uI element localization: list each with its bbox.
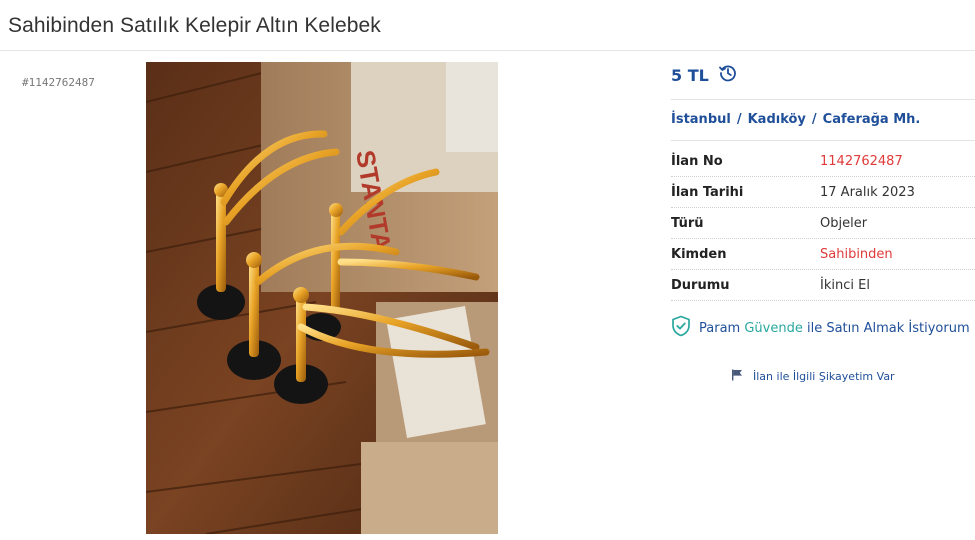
listing-details-table: İlan No 1142762487 İlan Tarihi 17 Aralık… bbox=[671, 146, 975, 301]
detail-row-durumu: Durumu İkinci El bbox=[671, 270, 975, 301]
detail-value: 17 Aralık 2023 bbox=[820, 184, 915, 200]
complaint-link[interactable]: İlan ile İlgili Şikayetim Var bbox=[731, 369, 895, 384]
detail-label: Türü bbox=[671, 215, 704, 231]
history-icon-svg bbox=[718, 65, 736, 82]
listing-title: Sahibinden Satılık Kelepir Altın Kelebek bbox=[8, 14, 381, 37]
detail-row-kimden: Kimden Sahibinden bbox=[671, 239, 975, 270]
flag-icon bbox=[731, 369, 744, 384]
trophy-photo-image: STANTA bbox=[146, 62, 498, 534]
detail-value: Objeler bbox=[820, 215, 868, 231]
secure-brand-part1: Param bbox=[699, 320, 745, 336]
detail-value: Sahibinden bbox=[820, 246, 893, 262]
flag-svg bbox=[732, 369, 742, 381]
location-separator: / bbox=[811, 112, 817, 127]
price-value: 5 TL bbox=[671, 66, 709, 85]
detail-value: İkinci El bbox=[820, 277, 870, 293]
detail-row-ilan-tarihi: İlan Tarihi 17 Aralık 2023 bbox=[671, 177, 975, 208]
secure-brand-part2: Güvende bbox=[744, 320, 803, 336]
shield-check-icon bbox=[671, 315, 691, 341]
detail-row-turu: Türü Objeler bbox=[671, 208, 975, 239]
title-divider bbox=[0, 50, 975, 51]
secure-rest-text: ile Satın Almak İstiyorum bbox=[802, 320, 970, 336]
location-separator: / bbox=[736, 112, 742, 127]
detail-row-ilan-no: İlan No 1142762487 bbox=[671, 146, 975, 177]
location-divider bbox=[671, 140, 975, 141]
detail-value: 1142762487 bbox=[820, 153, 903, 169]
price-divider bbox=[671, 99, 975, 100]
detail-label: Kimden bbox=[671, 246, 727, 262]
secure-payment-link[interactable]: Param Güvende ile Satın Almak İstiyorum bbox=[671, 315, 970, 341]
listing-id: #1142762487 bbox=[22, 76, 95, 89]
detail-label: İlan No bbox=[671, 153, 723, 169]
complaint-label: İlan ile İlgili Şikayetim Var bbox=[753, 370, 895, 383]
detail-label: İlan Tarihi bbox=[671, 184, 744, 200]
secure-payment-text: Param Güvende ile Satın Almak İstiyorum bbox=[699, 321, 970, 336]
location-breadcrumb: İstanbul / Kadıköy / Caferağa Mh. bbox=[671, 112, 920, 127]
listing-photo[interactable]: STANTA bbox=[146, 62, 498, 534]
location-district[interactable]: Kadıköy bbox=[748, 112, 806, 127]
price-row: 5 TL bbox=[671, 64, 737, 87]
shield-check-svg bbox=[672, 315, 690, 337]
location-city[interactable]: İstanbul bbox=[671, 112, 731, 127]
location-neighborhood[interactable]: Caferağa Mh. bbox=[823, 112, 921, 127]
detail-label: Durumu bbox=[671, 277, 730, 293]
price-history-icon[interactable] bbox=[718, 64, 737, 87]
